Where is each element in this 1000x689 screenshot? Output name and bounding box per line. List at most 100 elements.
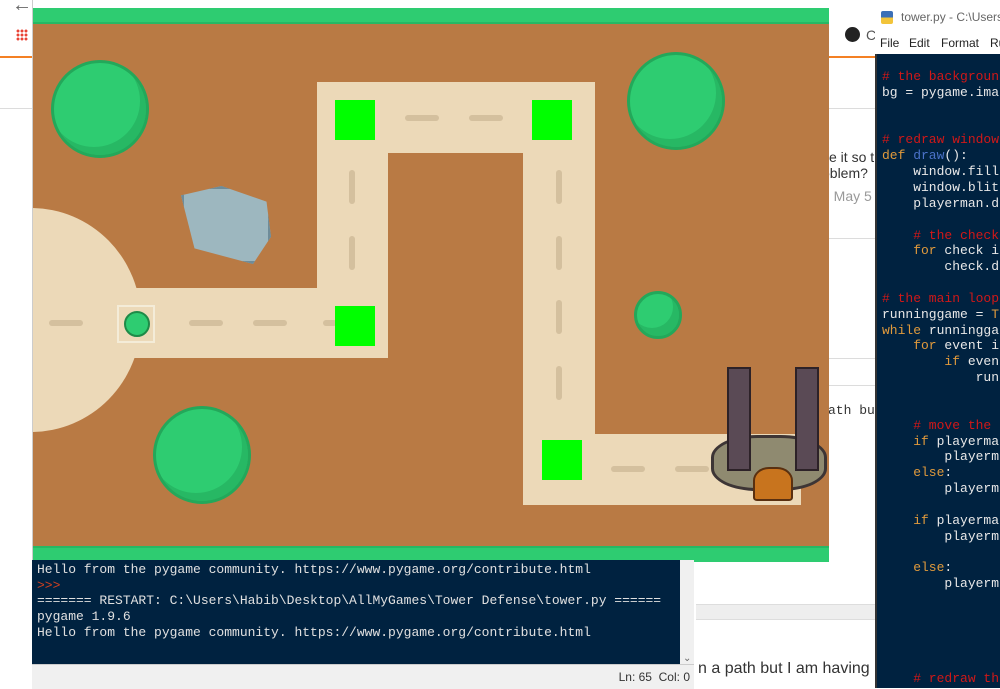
code-line: playerm — [882, 449, 999, 464]
code-line: if even — [882, 354, 999, 369]
code-keyword: if — [882, 433, 929, 449]
player-sprite — [124, 311, 150, 337]
code-text: playerm — [882, 449, 1000, 465]
menu-format[interactable]: Format — [941, 36, 979, 50]
code-line: playerm — [882, 481, 999, 496]
code-line: bg = pygame.ima — [882, 85, 999, 100]
code-text: run — [882, 370, 1000, 386]
question-text: n a path but I am having — [698, 660, 870, 677]
tree — [627, 52, 725, 150]
github-icon[interactable] — [845, 27, 860, 42]
bush — [634, 291, 682, 339]
shell-line: Hello from the pygame community. https:/… — [37, 561, 591, 577]
code-line: while runningga — [882, 323, 999, 338]
tree — [153, 406, 251, 504]
tower-pillar — [795, 367, 819, 471]
apps-grid-icon[interactable] — [16, 29, 28, 41]
checkpoint — [335, 306, 375, 346]
back-arrow-icon[interactable]: ← — [12, 0, 32, 17]
code-keyword: for — [882, 338, 937, 354]
checkpoint — [532, 100, 572, 140]
code-line: # redraw window — [882, 132, 999, 147]
checkpoint — [542, 440, 582, 480]
python-shell-window[interactable]: pygame 1.9.6Hello from the pygame commun… — [32, 560, 694, 689]
code-line: for event i — [882, 338, 999, 353]
path-dash — [349, 170, 355, 204]
shell-line: ======= RESTART: C:\Users\Habib\Desktop\… — [37, 593, 662, 609]
status-bar: Ln: 65 Col: 0 — [32, 664, 694, 689]
checkpoint — [335, 100, 375, 140]
code-line: else: — [882, 560, 952, 575]
tower-pillar — [727, 367, 751, 471]
code-text: check.d — [882, 259, 1000, 275]
path-dash — [405, 115, 439, 121]
post-text: ke it so t — [822, 149, 875, 165]
post-date: d May 5 — [822, 188, 872, 204]
code-text: playerma — [928, 512, 1000, 528]
code-line: runninggame = T — [882, 307, 999, 322]
shell-scrollbar[interactable]: ⌄ — [680, 560, 694, 664]
code-line: if playerma — [882, 434, 999, 449]
code-text: bg = pygame.ima — [882, 84, 1000, 100]
code-line: window.blit — [882, 180, 999, 195]
code-line: # redraw th — [882, 671, 999, 686]
shell-output[interactable]: pygame 1.9.6Hello from the pygame commun… — [32, 560, 680, 664]
code-text: : — [944, 560, 953, 576]
code-text: playerm — [882, 481, 1000, 497]
code-line: check.d — [882, 259, 999, 274]
code-text: (): — [944, 148, 968, 164]
path-dash — [611, 466, 645, 472]
code-text: event i — [936, 338, 1000, 354]
code-text: even — [960, 354, 1000, 370]
cursor-position: Ln: 65 Col: 0 — [618, 670, 690, 684]
code-line: run — [882, 370, 999, 385]
path-dash — [189, 320, 223, 326]
code-comment: # the check — [882, 227, 1000, 243]
code-line: def draw(): — [882, 148, 968, 163]
tower-bell — [753, 467, 793, 501]
path-dash — [675, 466, 709, 472]
code-text: runningga — [921, 322, 1000, 338]
shell-line: pygame 1.9.6 — [37, 609, 131, 625]
code-text: window.blit — [882, 179, 1000, 195]
editor-title: tower.py - C:\Users — [901, 10, 1000, 24]
path-dash — [349, 236, 355, 270]
comment-bar — [696, 604, 876, 620]
player-enemy[interactable] — [117, 305, 155, 343]
code-keyword: else — [882, 560, 945, 576]
path-dash — [556, 236, 562, 270]
code-line: playerman.d — [882, 196, 999, 211]
code-comment: # the main loop — [882, 290, 1000, 306]
code-text: window.fill — [882, 164, 1000, 180]
editor-titlebar: tower.py - C:\Users — [875, 4, 1000, 32]
code-keyword: if — [882, 512, 929, 528]
code-keyword: while — [882, 322, 922, 338]
code-comment: # redraw th — [882, 671, 1000, 687]
code-keyword: for — [882, 243, 937, 259]
code-line: playerm — [882, 576, 999, 591]
code-keyword: def — [882, 148, 906, 164]
code-comment: # the backgroun — [882, 69, 1000, 84]
path-dash — [469, 115, 503, 121]
code-editor[interactable]: # the backgroun bg = pygame.ima # redraw w… — [875, 54, 1000, 688]
code-line: else: — [882, 465, 952, 480]
code-comment: # move the — [882, 417, 1000, 433]
path-dash — [556, 300, 562, 334]
shell-line: Hello from the pygame community. https:/… — [37, 625, 591, 640]
code-keyword: T — [991, 306, 1000, 322]
menu-file[interactable]: File — [880, 36, 899, 50]
scroll-down-icon[interactable]: ⌄ — [683, 653, 691, 664]
tower[interactable] — [711, 355, 829, 501]
code-line: # the check — [882, 228, 999, 243]
grass-top — [33, 8, 829, 24]
code-keyword: else — [882, 465, 945, 481]
code-text: playerm — [882, 528, 1000, 544]
code-text: : — [944, 465, 953, 481]
tree — [51, 60, 149, 158]
menu-edit[interactable]: Edit — [909, 36, 930, 50]
code-line: for check i — [882, 243, 999, 258]
pygame-window[interactable] — [32, 0, 829, 562]
menu-run[interactable]: Ru — [990, 36, 1000, 50]
code-text: check i — [936, 243, 1000, 259]
code-line: if playerma — [882, 513, 999, 528]
